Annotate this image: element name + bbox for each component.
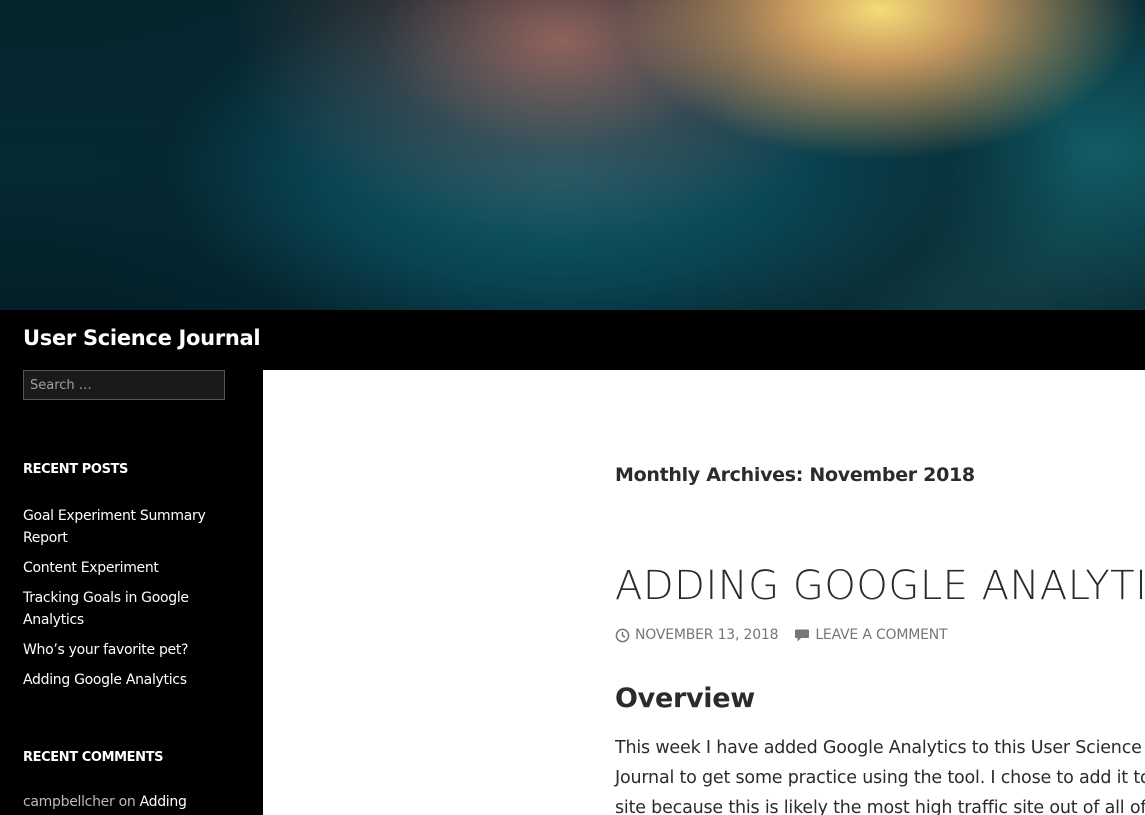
sidebar: RECENT POSTS Goal Experiment Summary Rep… bbox=[0, 370, 263, 815]
recent-post-link[interactable]: Tracking Goals in Google Analytics bbox=[23, 590, 189, 628]
entry-body: This week I have added Google Analytics … bbox=[615, 733, 1145, 815]
recent-post-link[interactable]: Adding Google Analytics bbox=[23, 672, 187, 688]
recent-post-link[interactable]: Who’s your favorite pet? bbox=[23, 642, 188, 658]
clock-icon bbox=[615, 628, 630, 642]
entry-title[interactable]: ADDING GOOGLE ANALYTIC bbox=[615, 563, 1145, 609]
recent-post-link[interactable]: Goal Experiment Summary Report bbox=[23, 508, 206, 546]
recent-posts-title: RECENT POSTS bbox=[23, 462, 128, 477]
body-line: This week I have added Google Analytics … bbox=[615, 738, 1142, 758]
search-input[interactable] bbox=[23, 370, 225, 400]
body-line: site because this is likely the most hig… bbox=[615, 798, 1145, 815]
list-item: Who’s your favorite pet? bbox=[23, 639, 223, 661]
recent-comments-title: RECENT COMMENTS bbox=[23, 750, 164, 765]
comment-post-link[interactable]: Adding bbox=[140, 794, 187, 810]
leave-comment-label: LEAVE A COMMENT bbox=[815, 627, 948, 643]
recent-post-link[interactable]: Content Experiment bbox=[23, 560, 159, 576]
list-item: Goal Experiment Summary Report bbox=[23, 505, 223, 549]
recent-comment: campbellcher on Adding bbox=[23, 794, 243, 810]
main-content: Monthly Archives: November 2018 ADDING G… bbox=[263, 370, 1145, 815]
recent-posts-list: Goal Experiment Summary Report Content E… bbox=[23, 505, 223, 699]
comment-icon bbox=[795, 629, 810, 641]
masthead: User Science Journal bbox=[0, 310, 1145, 370]
comment-author: campbellcher bbox=[23, 794, 115, 810]
list-item: Adding Google Analytics bbox=[23, 669, 223, 691]
archive-title: Monthly Archives: November 2018 bbox=[615, 464, 975, 486]
section-heading: Overview bbox=[615, 683, 755, 714]
body-line: Journal to get some practice using the t… bbox=[615, 768, 1145, 788]
entry-date[interactable]: NOVEMBER 13, 2018 bbox=[615, 627, 779, 643]
list-item: Tracking Goals in Google Analytics bbox=[23, 587, 223, 631]
header-image[interactable] bbox=[0, 0, 1145, 310]
entry-date-label: NOVEMBER 13, 2018 bbox=[635, 627, 779, 643]
comment-on-text: on bbox=[118, 794, 136, 810]
leave-comment-link[interactable]: LEAVE A COMMENT bbox=[794, 627, 948, 643]
list-item: Content Experiment bbox=[23, 557, 223, 579]
entry-meta: NOVEMBER 13, 2018 LEAVE A COMMENT bbox=[615, 627, 948, 643]
site-title[interactable]: User Science Journal bbox=[23, 326, 261, 350]
